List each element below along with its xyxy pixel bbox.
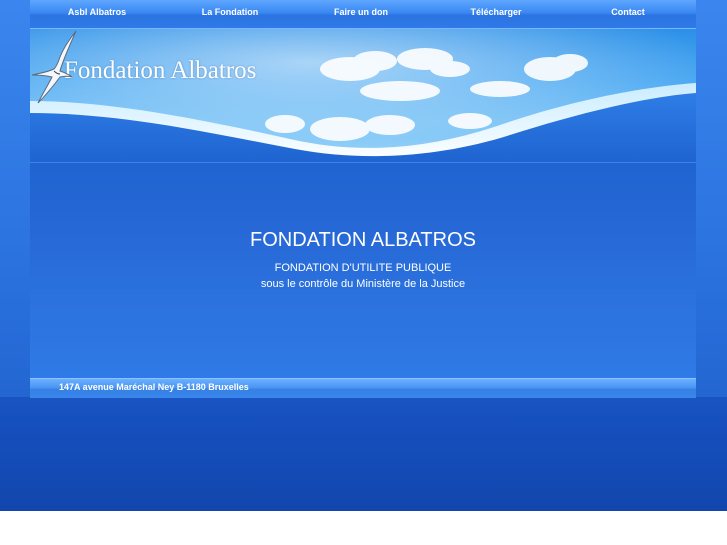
nav-item-faire-un-don[interactable]: Faire un don (316, 0, 406, 24)
main-subtitle-line1: FONDATION D'UTILITE PUBLIQUE (274, 262, 452, 274)
page-frame: Asbl Albatros La Fondation Faire un don … (30, 0, 696, 398)
main-subtitle-line2: sous le contrôle du Ministère de la Just… (260, 278, 466, 290)
nav-item-asbl-albatros[interactable]: Asbl Albatros (52, 0, 142, 24)
nav-item-telecharger[interactable]: Télécharger (451, 0, 541, 24)
left-side-panel (0, 0, 30, 397)
sky-clouds-wave-illustration (30, 29, 696, 162)
main-content: FONDATION ALBATROS FONDATION D'UTILITE P… (30, 162, 696, 379)
nav-item-contact[interactable]: Contact (583, 0, 673, 24)
nav-item-la-fondation[interactable]: La Fondation (185, 0, 275, 24)
footer-bar: 147A avenue Maréchal Ney B-1180 Bruxelle… (30, 378, 696, 398)
top-navigation: Asbl Albatros La Fondation Faire un don … (30, 0, 696, 29)
footer-address: 147A avenue Maréchal Ney B-1180 Bruxelle… (59, 382, 249, 392)
albatros-bird-icon (31, 30, 77, 104)
header-banner: Fondation Albatros (30, 29, 696, 162)
banner-title: Fondation Albatros (64, 57, 257, 84)
right-side-panel (696, 0, 727, 397)
main-heading: FONDATION ALBATROS (250, 229, 476, 251)
